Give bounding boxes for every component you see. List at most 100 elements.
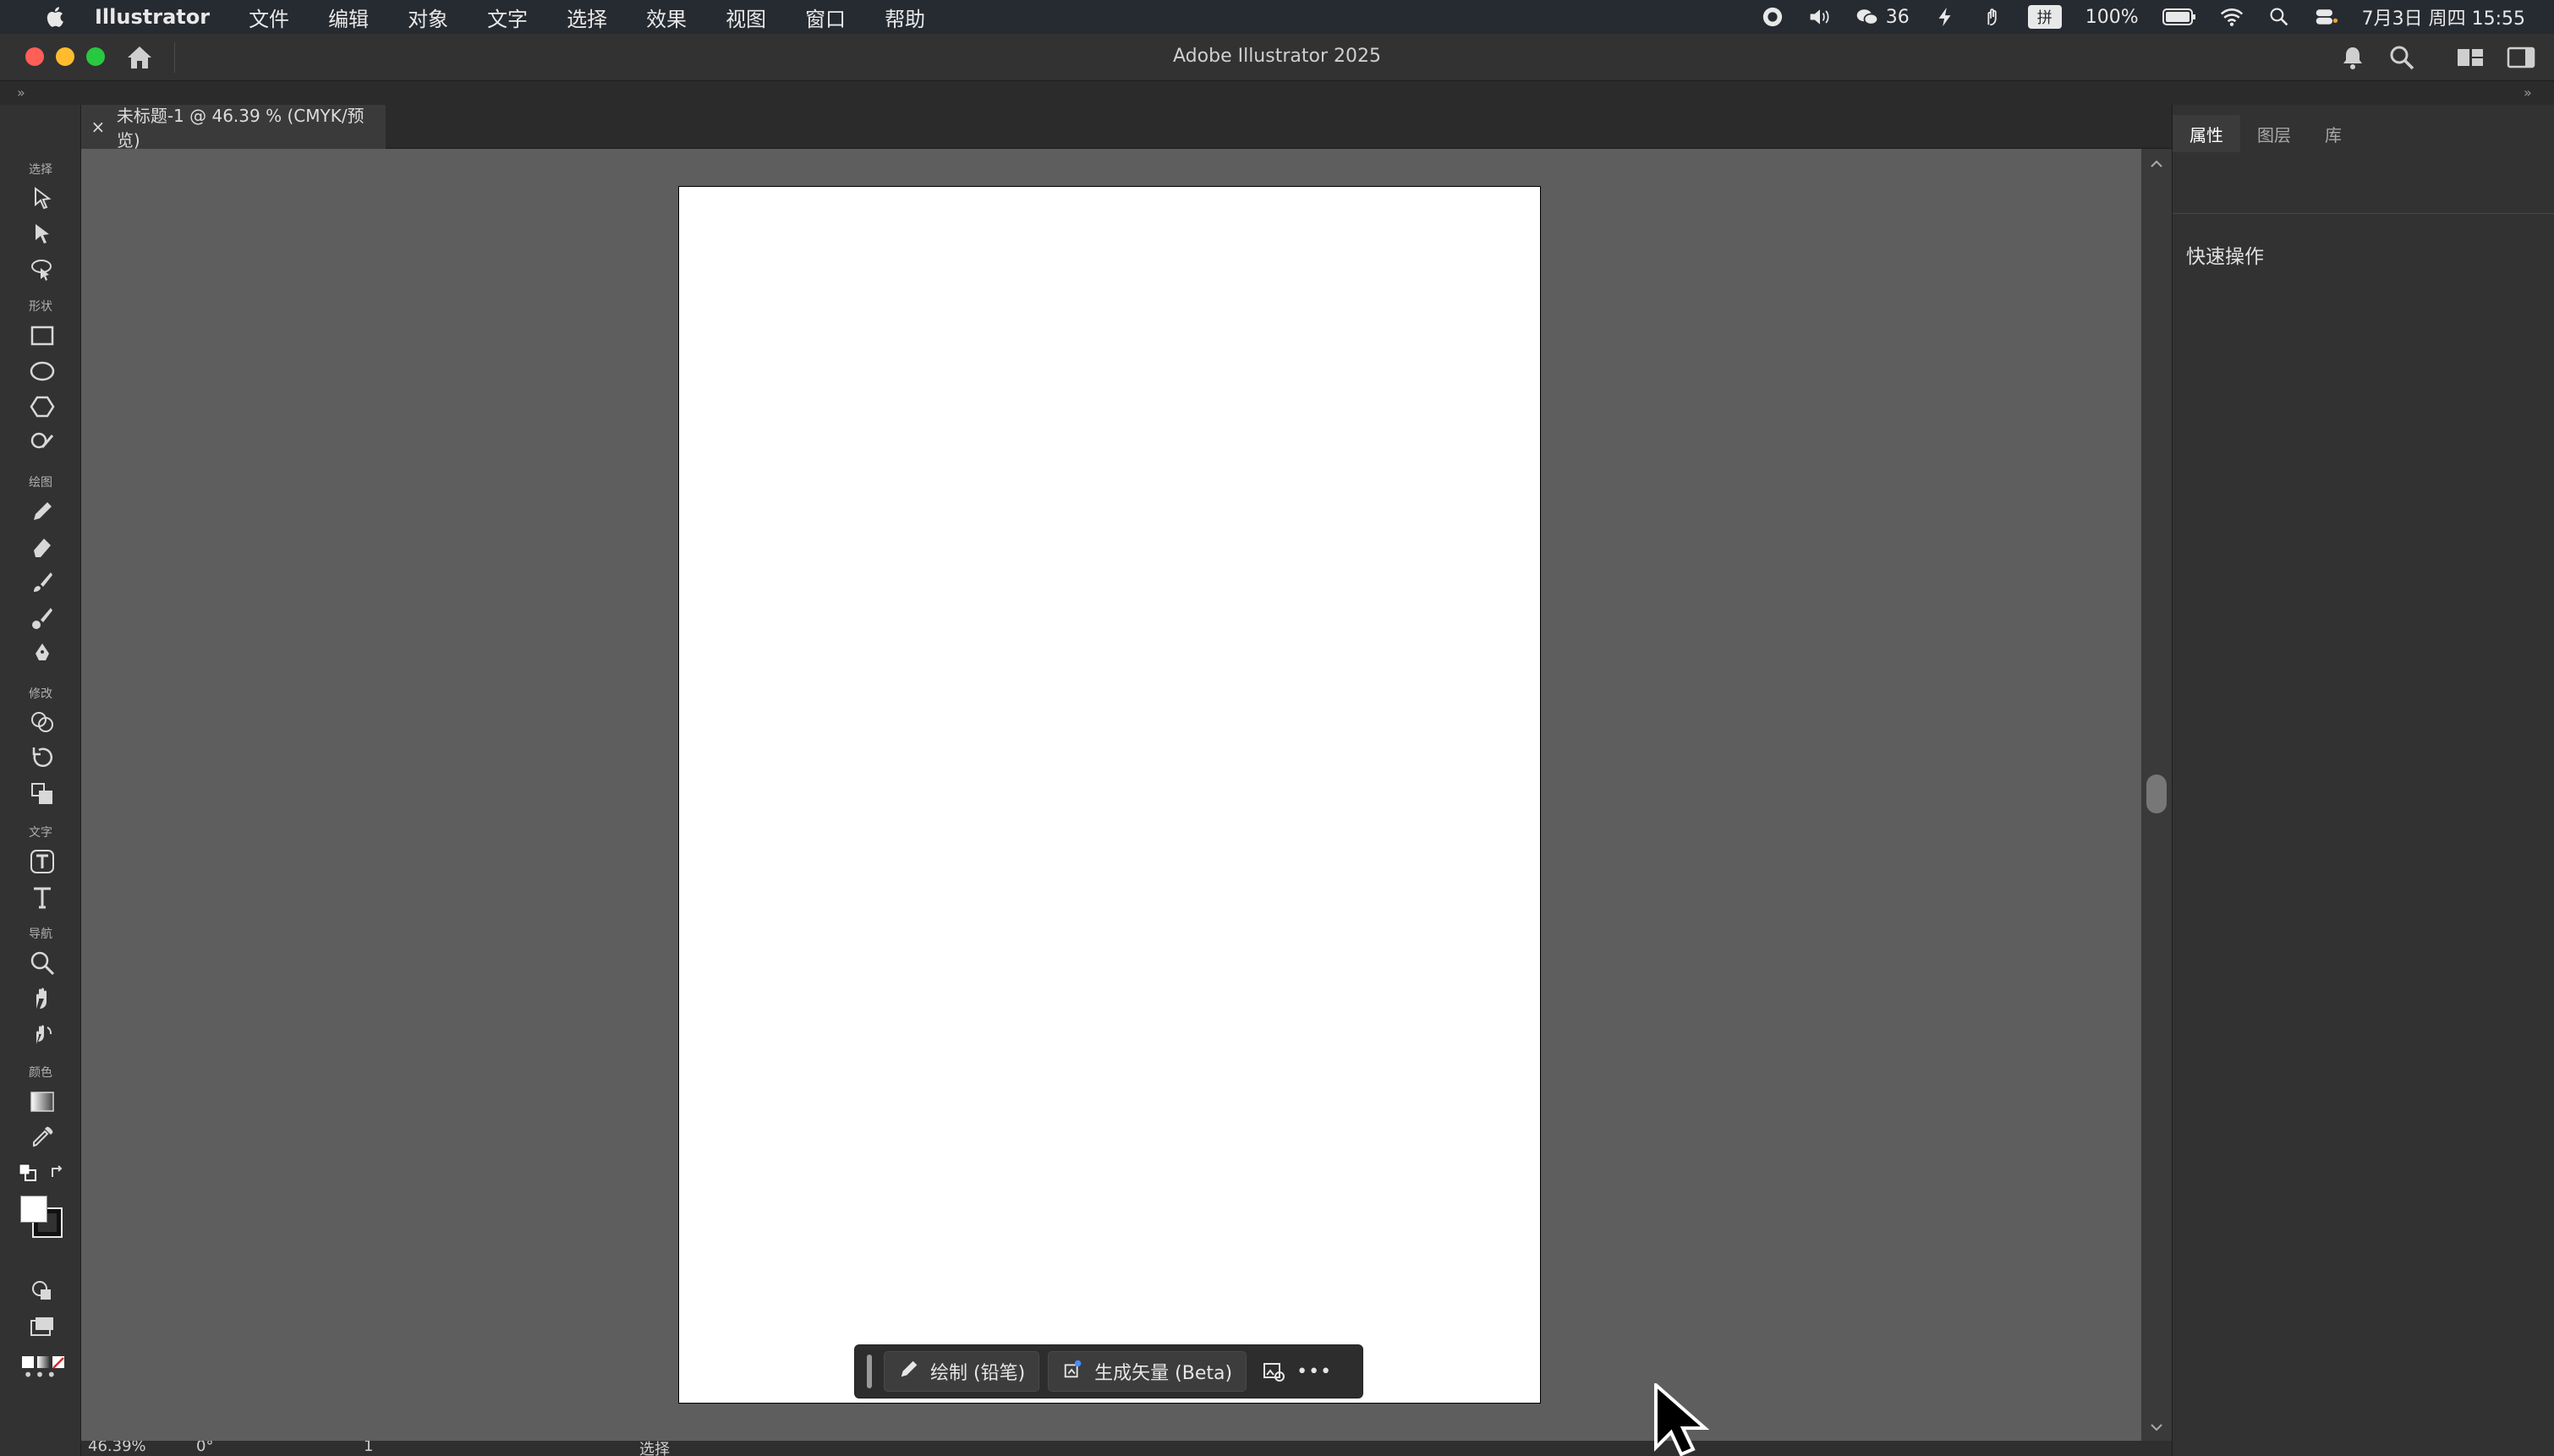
apple-logo-icon[interactable] (42, 4, 66, 30)
zoom-tool-icon[interactable] (24, 947, 61, 979)
screen-mode-icon[interactable] (24, 1311, 61, 1343)
contextual-task-bar: 绘制 (铅笔) 生成矢量 (Beta) ••• (854, 1344, 1363, 1399)
swap-fill-stroke-icon[interactable] (49, 1163, 68, 1182)
scale-tool-icon[interactable] (24, 778, 61, 810)
lasso-tool-icon[interactable] (24, 254, 61, 286)
panel-toggle-icon[interactable] (2507, 46, 2535, 69)
tool-group-color-label: 颜色 (29, 1066, 52, 1080)
generate-vector-icon (1062, 1358, 1084, 1385)
rectangle-tool-icon[interactable] (24, 320, 61, 352)
artboard[interactable] (678, 186, 1541, 1404)
bolt-icon[interactable] (1933, 5, 1957, 29)
search-icon[interactable] (2388, 44, 2415, 71)
menu-object[interactable]: 对象 (408, 3, 448, 32)
menu-window[interactable]: 窗口 (805, 3, 846, 32)
properties-panel: 属性 图层 库 快速操作 (2172, 105, 2554, 1456)
polygon-tool-icon[interactable] (24, 391, 61, 423)
rotation-field[interactable]: 0° (196, 1441, 213, 1455)
screen-record-icon[interactable] (1761, 5, 1784, 29)
zoom-level-field[interactable]: 46.39% (88, 1441, 146, 1455)
image-generate-icon[interactable] (1255, 1353, 1292, 1390)
vertical-scroll-thumb[interactable] (2146, 775, 2167, 813)
rotate-view-tool-icon[interactable] (24, 1018, 61, 1050)
default-fill-stroke-icon[interactable] (19, 1163, 37, 1182)
gradient-tool-icon[interactable] (24, 1086, 61, 1118)
task-bar-more-label: ••• (1296, 1360, 1333, 1382)
ellipse-tool-icon[interactable] (24, 355, 61, 387)
mouse-cursor-icon (1652, 1381, 1720, 1456)
artboard-number-field[interactable]: 1 (364, 1441, 373, 1455)
task-bar-more-button[interactable]: ••• (1296, 1353, 1333, 1390)
control-center-icon[interactable] (2315, 5, 2338, 29)
tool-group-type-label: 文字 (29, 826, 52, 840)
draw-pencil-label: 绘制 (铅笔) (930, 1363, 1026, 1384)
paintbrush-tool-icon[interactable] (24, 567, 61, 599)
type-tool-icon[interactable] (24, 881, 61, 913)
wifi-icon[interactable] (2220, 5, 2244, 29)
task-bar-drag-handle[interactable] (867, 1355, 872, 1388)
tab-layers[interactable]: 图层 (2240, 115, 2308, 152)
area-type-tool-icon[interactable] (24, 846, 61, 878)
workspace-switcher-icon[interactable] (2456, 46, 2485, 69)
window-title: Adobe Illustrator 2025 (1173, 46, 1381, 67)
tool-group-shape-label: 形状 (29, 300, 52, 314)
tab-libraries[interactable]: 库 (2308, 115, 2359, 152)
menu-type[interactable]: 文字 (487, 3, 528, 32)
input-method-label: 拼 (2036, 9, 2053, 27)
input-method-indicator[interactable]: 拼 (2027, 5, 2062, 29)
menu-view[interactable]: 视图 (726, 3, 766, 32)
tab-properties[interactable]: 属性 (2173, 115, 2240, 152)
scroll-up-arrow-icon[interactable] (2150, 156, 2163, 167)
tool-group-modify-label: 修改 (29, 687, 52, 701)
hand-tool-icon[interactable] (24, 983, 61, 1015)
hand-gesture-icon[interactable] (1981, 5, 2004, 29)
fill-stroke-swatch[interactable] (20, 1196, 64, 1240)
shape-builder-tool-icon[interactable] (24, 707, 61, 739)
window-title-bar: Adobe Illustrator 2025 (0, 34, 2554, 81)
pencil-tool-icon[interactable] (24, 495, 61, 528)
volume-icon[interactable] (1808, 5, 1832, 29)
wechat-count: 36 (1885, 6, 1910, 28)
generate-vectors-label: 生成矢量 (Beta) (1094, 1363, 1233, 1384)
canvas-area[interactable]: 绘制 (铅笔) 生成矢量 (Beta) ••• (81, 149, 2141, 1441)
panel-collapse-icon[interactable]: » (2524, 85, 2544, 101)
menu-help[interactable]: 帮助 (885, 3, 925, 32)
toolbar-collapse-icon[interactable]: » (17, 85, 37, 101)
edit-toolbar-more-button[interactable]: ••• (0, 1365, 81, 1385)
generate-vectors-button[interactable]: 生成矢量 (Beta) (1048, 1351, 1247, 1392)
quick-actions-title: 快速操作 (2186, 246, 2264, 268)
draw-pencil-button[interactable]: 绘制 (铅笔) (884, 1351, 1040, 1392)
app-menu-illustrator[interactable]: Illustrator (95, 5, 210, 29)
wechat-status[interactable]: 36 (1855, 5, 1910, 29)
spotlight-search-icon[interactable] (2267, 5, 2291, 29)
battery-icon[interactable] (2162, 5, 2196, 29)
menu-file[interactable]: 文件 (249, 3, 289, 32)
menu-effect[interactable]: 效果 (646, 3, 687, 32)
pencil-icon (898, 1358, 920, 1385)
vertical-scrollbar[interactable] (2141, 149, 2172, 1441)
menu-bar-clock[interactable]: 7月3日 周四 15:55 (2362, 3, 2525, 30)
menu-edit[interactable]: 编辑 (328, 3, 369, 32)
menu-select[interactable]: 选择 (567, 3, 607, 32)
menu-bar-status-area: 36 拼 100% 7月3日 周四 15:55 (1761, 0, 2525, 34)
rotate-tool-icon[interactable] (24, 742, 61, 775)
tool-group-navigate-label: 导航 (29, 928, 52, 941)
document-tab[interactable]: × 未标题-1 @ 46.39 % (CMYK/预览) (81, 105, 386, 151)
eraser-tool-icon[interactable] (24, 531, 61, 563)
shaper-tool-icon[interactable] (24, 426, 61, 458)
macos-menu-bar: Illustrator 文件 编辑 对象 文字 选择 效果 视图 窗口 帮助 3… (0, 0, 2554, 34)
scroll-down-arrow-icon[interactable] (2150, 1420, 2163, 1431)
document-tab-close-button[interactable]: × (88, 117, 108, 137)
draw-mode-icon[interactable] (24, 1275, 61, 1307)
eyedropper-tool-icon[interactable] (24, 1121, 61, 1153)
notification-bell-icon[interactable] (2341, 44, 2365, 71)
pen-tool-icon[interactable] (24, 638, 61, 670)
status-bar: 46.39% 0° 1 选择 (81, 1441, 2172, 1456)
status-mode-label[interactable]: 选择 (639, 1441, 670, 1456)
tools-panel: 选择 形状 绘图 修改 文字 导航 颜色 ••• (0, 105, 81, 1456)
wechat-icon (1855, 5, 1879, 29)
blob-brush-tool-icon[interactable] (24, 602, 61, 634)
direct-selection-tool-icon[interactable] (24, 218, 61, 250)
fill-swatch[interactable] (20, 1196, 47, 1223)
selection-tool-icon[interactable] (24, 183, 61, 215)
